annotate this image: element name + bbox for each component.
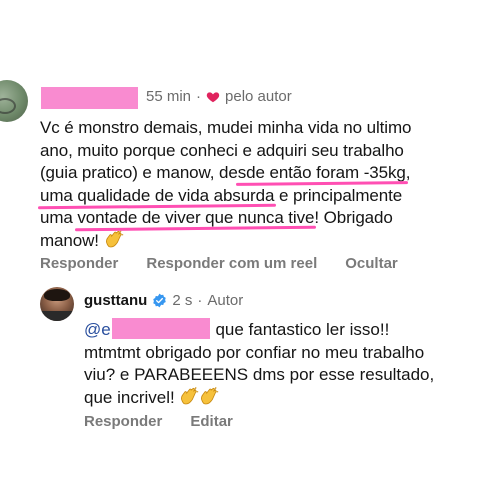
highlight-underline: uma qualidade de vida absurda <box>40 185 275 205</box>
comment-line: manow! <box>40 229 495 253</box>
comment-time: 55 min <box>146 88 192 105</box>
liked-by-author-label: pelo autor <box>225 88 292 105</box>
author-avatar[interactable] <box>40 287 74 321</box>
reply-text: @e que fantastico ler isso!! mtmtmt obri… <box>84 318 494 409</box>
author-role-label: Autor <box>207 292 244 309</box>
reply-with-reel-button[interactable]: Responder com um reel <box>146 255 317 272</box>
comment-line: Vc é monstro demais, mudei minha vida no… <box>40 118 412 137</box>
reply-line: mtmtmt obrigado por confiar no meu traba… <box>84 342 425 362</box>
verified-badge-icon <box>153 293 167 308</box>
comment-text: Vc é monstro demais, mudei minha vida no… <box>40 117 495 252</box>
comment-thread: 55 min · pelo autor Vc é monstro demais,… <box>0 0 500 500</box>
mention-link[interactable]: @e <box>84 320 111 339</box>
reply-line: @e que fantastico ler isso!! <box>84 318 390 339</box>
reply-button[interactable]: Responder <box>84 413 162 430</box>
author-username[interactable]: gusttanu <box>84 292 147 309</box>
heart-icon <box>206 91 220 102</box>
reply-header: gusttanu 2 s · Autor <box>84 292 243 309</box>
highlight-underline: vontade de viver que nunca tive <box>77 208 315 227</box>
comment-line: ano, muito porque conheci e adquiri seu … <box>40 140 404 160</box>
comment-meta: 55 min · pelo autor <box>146 88 292 105</box>
reply-line: viu? e PARABEEENS dms por esse resultado… <box>84 365 435 384</box>
clapping-hands-icon <box>201 386 219 404</box>
edit-button[interactable]: Editar <box>190 413 233 430</box>
comment-line: uma qualidade de vida absurda e principa… <box>40 185 403 205</box>
redacted-username <box>41 87 138 109</box>
reply-line: que incrivel! <box>84 386 494 410</box>
comment-line: (guia pratico) e manow, desde então fora… <box>40 163 411 182</box>
highlight-underline: sde então foram -35kg <box>237 163 406 182</box>
reply-time: 2 s <box>172 292 193 309</box>
hide-button[interactable]: Ocultar <box>345 255 398 272</box>
clapping-hands-icon <box>105 229 123 247</box>
meta-separator: · <box>197 292 203 309</box>
reply-button[interactable]: Responder <box>40 255 118 272</box>
meta-separator: · <box>196 88 202 105</box>
reply-actions: Responder Editar <box>84 413 233 430</box>
commenter-avatar[interactable] <box>0 80 28 122</box>
clapping-hands-icon <box>181 386 199 404</box>
comment-actions: Responder Responder com um reel Ocultar <box>40 255 398 272</box>
comment-line: uma vontade de viver que nunca tive! Obr… <box>40 208 393 227</box>
redacted-mention <box>111 318 210 339</box>
